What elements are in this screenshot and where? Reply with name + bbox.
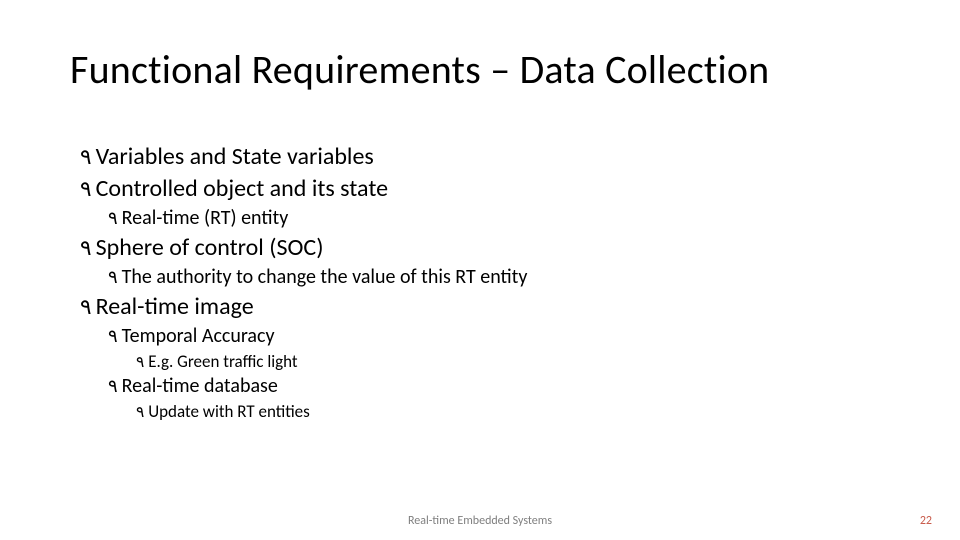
flourish-icon: ٩ bbox=[136, 353, 144, 372]
flourish-icon: ٩ bbox=[108, 325, 118, 348]
bullet-text: The authority to change the value of thi… bbox=[122, 265, 528, 289]
flourish-icon: ٩ bbox=[108, 266, 118, 289]
flourish-icon: ٩ bbox=[108, 375, 118, 398]
footer-text: Real-time Embedded Systems bbox=[0, 514, 960, 528]
bullet-text: Real-time (RT) entity bbox=[122, 206, 289, 230]
bullet-text: Variables and State variables bbox=[96, 142, 374, 171]
bullet-level2: ٩Real-time database bbox=[108, 374, 900, 399]
bullet-level3: ٩Update with RT entities bbox=[136, 401, 900, 422]
flourish-icon: ٩ bbox=[80, 176, 92, 203]
bullet-text: E.g. Green traffic light bbox=[148, 351, 297, 372]
bullet-text: Real-time database bbox=[122, 374, 278, 398]
bullet-text: Sphere of control (SOC) bbox=[96, 233, 324, 262]
bullet-text: Temporal Accuracy bbox=[122, 324, 275, 348]
flourish-icon: ٩ bbox=[108, 207, 118, 230]
bullet-text: Real-time image bbox=[96, 292, 254, 321]
bullet-level2: ٩Real-time (RT) entity bbox=[108, 206, 900, 231]
bullet-level2: ٩The authority to change the value of th… bbox=[108, 265, 900, 290]
bullet-text: Update with RT entities bbox=[148, 401, 310, 422]
bullet-text: Controlled object and its state bbox=[96, 174, 388, 203]
bullet-level1: ٩Real-time image bbox=[80, 292, 900, 322]
bullet-level3: ٩E.g. Green traffic light bbox=[136, 351, 900, 372]
bullet-level1: ٩Sphere of control (SOC) bbox=[80, 233, 900, 263]
flourish-icon: ٩ bbox=[80, 144, 92, 171]
page-number: 22 bbox=[920, 514, 932, 528]
flourish-icon: ٩ bbox=[80, 294, 92, 321]
flourish-icon: ٩ bbox=[80, 235, 92, 262]
flourish-icon: ٩ bbox=[136, 403, 144, 422]
bullet-level2: ٩Temporal Accuracy bbox=[108, 324, 900, 349]
slide: Functional Requirements – Data Collectio… bbox=[0, 0, 960, 540]
slide-content: ٩Variables and State variables ٩Controll… bbox=[80, 140, 900, 425]
bullet-level1: ٩Variables and State variables bbox=[80, 142, 900, 172]
slide-title: Functional Requirements – Data Collectio… bbox=[70, 45, 769, 94]
bullet-level1: ٩Controlled object and its state bbox=[80, 174, 900, 204]
